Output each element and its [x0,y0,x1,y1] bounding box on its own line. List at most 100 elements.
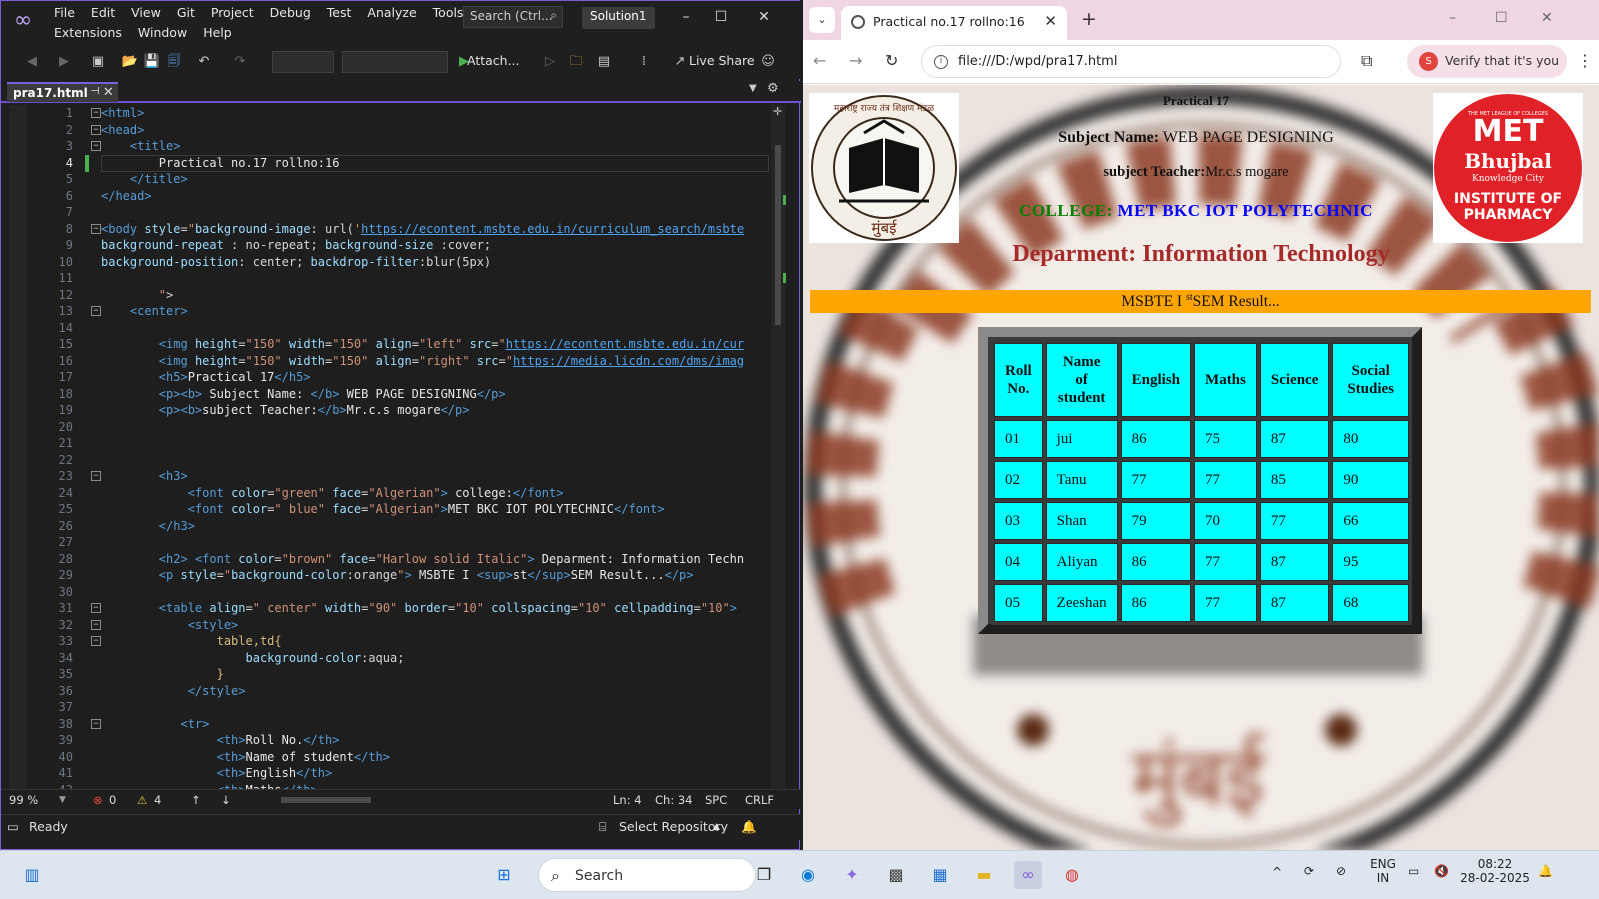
horizontal-scrollbar[interactable] [281,797,371,803]
visual-studio-taskbar-icon[interactable]: ∞ [1014,861,1042,889]
copilot-icon[interactable]: ✦ [838,861,866,889]
save-icon[interactable]: 💾 [143,53,161,71]
taskbar-search[interactable]: ⌕ Search [538,858,756,892]
close-tab-icon[interactable]: ✕ [103,85,114,100]
code-line[interactable]: 34 background-color:aqua; [9,650,769,667]
code-line[interactable]: 27 [9,534,769,551]
network-icon[interactable]: ⊘ [1336,864,1346,878]
fold-toggle-icon[interactable]: − [91,619,101,630]
code-line[interactable]: 11 [9,270,769,287]
code-line[interactable]: 17 <h5>Practical 17</h5> [9,369,769,386]
liveshare-icon[interactable]: ↗ [671,53,689,71]
code-line[interactable]: 10 background-position: center; backdrop-… [9,254,769,271]
menu-item-edit[interactable]: Edit [83,5,123,20]
new-project-icon[interactable]: ▣ [89,53,107,71]
tray-overflow-icon[interactable]: ^ [1272,865,1282,879]
chrome-icon[interactable]: ◍ [1058,861,1086,889]
feedback-icon[interactable]: ☺ [759,53,777,71]
clock[interactable]: 08:22 28-02-2025 [1460,857,1530,885]
fold-toggle-icon[interactable]: − [91,603,101,613]
address-bar[interactable]: i file:///D:/wpd/pra17.html [921,45,1341,78]
code-line[interactable]: 25 <font color=" blue" face="Algerian">M… [9,501,769,518]
open-folder-icon[interactable]: 📂 [121,53,139,71]
page-info-icon[interactable]: i [934,55,948,69]
code-line[interactable]: 16 <img height="150" width="150" align="… [9,353,769,370]
code-line[interactable]: 7 [9,204,769,221]
select-repository-button[interactable]: Select Repository [619,819,728,834]
code-line[interactable]: 24 <font color="green" face="Algerian"> … [9,485,769,502]
code-editor[interactable]: 1− <html> 2− <head> 3− <title> 4 Practical no… [9,105,794,805]
menu-kebab-icon[interactable]: ⋮ [1577,51,1593,70]
menu-item-window[interactable]: Window [130,25,195,40]
settings-icon[interactable]: ⚙ [767,81,779,96]
code-line[interactable]: 23 − <h3> [9,468,769,485]
zoom-dropdown-icon[interactable]: ▼ [59,795,66,805]
code-line[interactable]: 30 [9,584,769,601]
code-line[interactable]: 29 <p style="background-color:orange"> M… [9,567,769,584]
fold-toggle-icon[interactable]: − [91,141,101,151]
code-line[interactable]: 32 − <style> [9,617,769,634]
code-line[interactable]: 40 <th>Name of student</th> [9,749,769,766]
liveshare-button[interactable]: Live Share [689,53,755,68]
code-line[interactable]: 14 [9,320,769,337]
code-line[interactable]: 31 − <table align=" center" width="90" bo… [9,600,769,617]
widgets-icon[interactable]: ▥ [18,861,46,889]
code-line[interactable]: 18 <p><b> Subject Name: </b> WEB PAGE DE… [9,386,769,403]
attach-button[interactable]: Attach... [467,53,520,68]
forward-icon[interactable]: ▶ [55,53,73,71]
store-icon[interactable]: ▦ [926,861,954,889]
code-line[interactable]: 2 − <head> [9,122,769,139]
overflow-icon[interactable]: ⁞ [635,53,653,71]
code-line[interactable]: 15 <img height="150" width="150" align="… [9,336,769,353]
tab-dropdown-icon[interactable]: ▼ [749,83,757,94]
save-all-icon[interactable]: 🗐 [165,53,183,71]
code-line[interactable]: 39 <th>Roll No.</th> [9,732,769,749]
menu-item-help[interactable]: Help [195,25,240,40]
task-view-icon[interactable]: ❐ [750,861,778,889]
code-line[interactable]: 22 [9,452,769,469]
code-line[interactable]: 37 [9,699,769,716]
pin-icon[interactable]: ⊣ [91,86,100,97]
menu-item-analyze[interactable]: Analyze [359,5,424,20]
code-line[interactable]: 13 − <center> [9,303,769,320]
maximize-icon[interactable]: ☐ [710,9,732,31]
menu-item-extensions[interactable]: Extensions [46,25,130,40]
back-icon[interactable]: ◀ [23,53,41,71]
fold-toggle-icon[interactable]: − [91,718,101,729]
code-line[interactable]: 12 "> [9,287,769,304]
reload-icon[interactable]: ↻ [885,51,898,70]
tab-pra17-html[interactable]: pra17.html ⊣ ✕ [7,82,118,102]
fold-toggle-icon[interactable]: − [91,124,101,135]
error-icon[interactable]: ⊗ [93,793,103,807]
close-icon[interactable]: ✕ [753,9,775,31]
visual-studio-logo-icon[interactable]: ∞ [11,9,35,33]
menu-item-git[interactable]: Git [169,5,203,20]
menu-item-debug[interactable]: Debug [262,5,319,20]
code-line[interactable]: 28 <h2> <font color="brown" face="Harlow… [9,551,769,568]
code-line[interactable]: 5 </title> [9,171,769,188]
up-arrow-icon[interactable]: ↑ [191,793,201,807]
code-line[interactable]: 3 − <title> [9,138,769,155]
down-arrow-icon[interactable]: ↓ [221,793,231,807]
code-line[interactable]: 36 </style> [9,683,769,700]
close-icon[interactable]: ✕ [1541,10,1553,26]
tab-search-icon[interactable]: ⌄ [809,7,835,33]
warning-icon[interactable]: ⚠ [137,793,147,807]
edge-icon[interactable]: ◉ [794,861,822,889]
code-line[interactable]: 6 </head> [9,188,769,205]
code-line[interactable]: 26 </h3> [9,518,769,535]
run-without-debug-icon[interactable]: ▷ [541,53,559,71]
close-tab-icon[interactable]: ✕ [1044,12,1057,30]
app-icon[interactable]: ▩ [882,861,910,889]
scrollbar-thumb[interactable] [775,145,781,325]
verify-profile-button[interactable]: S Verify that it's you [1407,45,1567,78]
code-line[interactable]: 8 − <body style="background-image: url('ht… [9,221,769,238]
notification-bell-icon[interactable]: 🔔 [741,819,757,835]
file-explorer-icon[interactable]: ▬ [970,861,998,889]
config-dropdown[interactable] [272,51,334,73]
volume-icon[interactable]: 🔇 [1434,864,1449,878]
menu-item-file[interactable]: File [46,5,83,20]
fold-toggle-icon[interactable]: − [91,471,101,481]
platform-dropdown[interactable] [342,51,448,73]
notification-icon[interactable]: 🔔 [1538,864,1553,878]
